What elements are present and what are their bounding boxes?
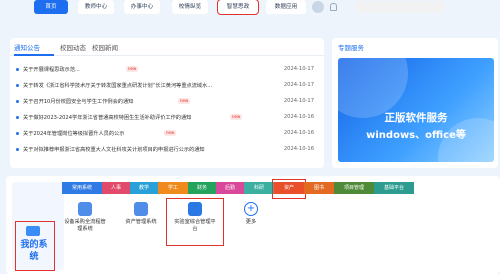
system-equipment-procurement[interactable]: 设备采购全流程管理系统 <box>62 202 108 246</box>
notice-date: 2024-10-17 <box>283 98 314 104</box>
notice-date: 2024-10-17 <box>283 82 314 88</box>
highlight-box <box>166 198 224 246</box>
category-base-platform[interactable]: 基础平台 <box>374 182 414 194</box>
notice-title[interactable]: 关于召开10月份校园安全与学生工作例会的通知 <box>23 98 133 105</box>
category-hr[interactable]: 人事 <box>102 182 130 194</box>
notice-row[interactable]: 关于召开10月份校园安全与学生工作例会的通知 new 2024-10-17 <box>16 96 318 108</box>
tab-home[interactable]: 首页 <box>34 0 68 14</box>
tab-campus-updates[interactable]: 校园动态 <box>60 42 86 52</box>
notice-title[interactable]: 关于2024年管理岗位等级拟晋升人员的公示 <box>23 130 124 137</box>
special-service-panel: 专题服务 正版软件服务 windows、office等 <box>332 38 498 168</box>
more-systems-button[interactable]: + 更多 <box>228 202 274 246</box>
software-service-banner[interactable]: 正版软件服务 windows、office等 <box>338 58 494 162</box>
notice-title[interactable]: 关于对拟推荐申报浙江省高校重大人文社科攻关计划项目的申报进行公示的通知 <box>23 146 205 153</box>
monitor-icon <box>26 226 40 236</box>
notice-row[interactable]: 关于转发《浙江省科学技术厅关于转发国家重点研发计划“长江黄河等重点流域水... … <box>16 80 318 92</box>
avatar[interactable] <box>312 1 324 13</box>
notice-date: 2024-10-16 <box>283 146 314 152</box>
bullet-icon <box>16 100 19 103</box>
active-tab-indicator <box>14 54 54 56</box>
bullet-icon <box>16 116 19 119</box>
category-common-systems[interactable]: 常用系统 <box>62 182 102 194</box>
category-logistics[interactable]: 后勤 <box>216 182 244 194</box>
category-finance[interactable]: 财务 <box>188 182 216 194</box>
tab-teacher-center[interactable]: 教师中心 <box>78 0 114 14</box>
notice-date: 2024-10-16 <box>283 114 314 120</box>
notice-tabs: 通知公告 校园动态 校园新闻 <box>10 38 324 56</box>
bullet-icon <box>16 84 19 87</box>
category-project-management[interactable]: 项目管理 <box>334 182 374 194</box>
notice-row[interactable]: 关于开展课程思政示范... new 2024-10-17 <box>16 64 318 76</box>
new-badge: new <box>126 66 139 72</box>
tab-campus-overview[interactable]: 校情纵览 <box>172 0 208 14</box>
notice-panel: 通知公告 校园动态 校园新闻 关于开展课程思政示范... new 2024-10… <box>10 38 324 168</box>
bell-icon[interactable] <box>330 3 337 11</box>
tab-service-center[interactable]: 办事中心 <box>124 0 160 14</box>
wallet-icon <box>134 202 148 216</box>
my-systems-panel: 我的系统 常用系统 人事 教学 学工 财务 后勤 科研 资产 图书 项目管理 基… <box>6 176 500 274</box>
system-label: 资产管理系统 <box>125 219 157 225</box>
top-nav: 首页 教师中心 办事中心 校情纵览 智慧思政 数据应用 <box>0 0 500 15</box>
special-service-title: 专题服务 <box>338 44 364 52</box>
category-library[interactable]: 图书 <box>304 182 334 194</box>
notice-row[interactable]: 关于2024年管理岗位等级拟晋升人员的公示 new 2024-10-16 <box>16 128 318 140</box>
tab-smart-ideology[interactable]: 智慧思政 <box>217 0 259 15</box>
highlight-box <box>272 179 306 199</box>
banner-line-2: windows、office等 <box>366 130 466 141</box>
procurement-icon <box>78 202 92 216</box>
notice-row[interactable]: 关于做好2023-2024学年浙江省普通高校特困生生活补助评价工作的通知 new… <box>16 112 318 124</box>
notice-date: 2024-10-16 <box>283 130 314 136</box>
banner-decoration <box>338 58 408 118</box>
new-badge: new <box>178 98 191 104</box>
system-label: 更多 <box>245 219 257 225</box>
system-asset-management[interactable]: 资产管理系统 <box>118 202 164 246</box>
my-systems-title: 我的系统 <box>20 240 48 262</box>
bullet-icon <box>16 148 19 151</box>
tab-notices[interactable]: 通知公告 <box>14 42 40 52</box>
tab-campus-news[interactable]: 校园新闻 <box>92 42 118 52</box>
notice-date: 2024-10-17 <box>283 66 314 72</box>
notice-row[interactable]: 关于对拟推荐申报浙江省高校重大人文社科攻关计划项目的申报进行公示的通知 2024… <box>16 144 318 156</box>
new-badge: new <box>164 130 177 136</box>
tab-data-application[interactable]: 数据应用 <box>266 0 306 14</box>
user-info-bar[interactable] <box>356 1 444 13</box>
new-badge: new <box>230 114 243 120</box>
bullet-icon <box>16 68 19 71</box>
category-student-affairs[interactable]: 学工 <box>158 182 188 194</box>
category-teaching[interactable]: 教学 <box>130 182 158 194</box>
system-label: 设备采购全流程管理系统 <box>64 219 106 232</box>
notice-title[interactable]: 关于转发《浙江省科学技术厅关于转发国家重点研发计划“长江黄河等重点流域水... <box>23 82 212 89</box>
bullet-icon <box>16 132 19 135</box>
category-research[interactable]: 科研 <box>244 182 274 194</box>
banner-line-1: 正版软件服务 <box>384 112 448 124</box>
plus-icon: + <box>244 202 258 216</box>
notice-title[interactable]: 关于开展课程思政示范... <box>23 66 80 73</box>
notice-title[interactable]: 关于做好2023-2024学年浙江省普通高校特困生生活补助评价工作的通知 <box>23 114 191 121</box>
